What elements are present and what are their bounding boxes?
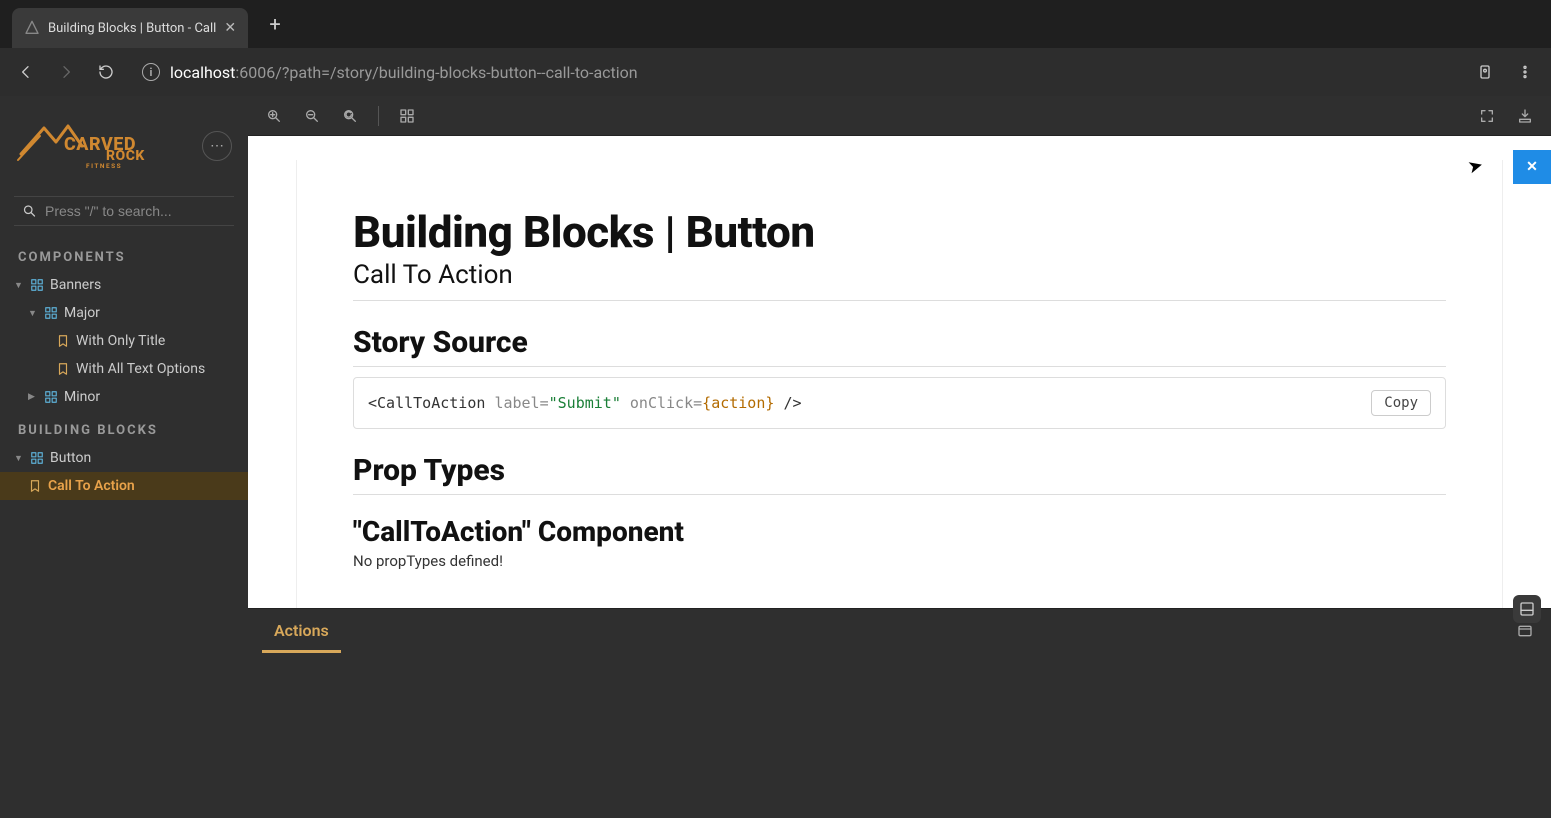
source-code-block: <CallToAction label="Submit" onClick={ac… — [353, 377, 1446, 429]
tab-close-icon[interactable]: ✕ — [224, 20, 236, 36]
addon-panel: Actions — [248, 608, 1551, 818]
copy-button[interactable]: Copy — [1371, 390, 1431, 416]
sidebar-item-label: With Only Title — [76, 333, 165, 349]
canvas-wrap: ✕ ➤ Building Blocks | Button Call To Act… — [248, 136, 1551, 818]
addon-tabs: Actions — [248, 609, 1551, 653]
story-icon — [28, 479, 42, 493]
sidebar-item-label: Minor — [64, 389, 100, 405]
sidebar-item-label: Banners — [50, 277, 101, 293]
profile-button[interactable] — [1469, 56, 1501, 88]
tab-bar: Building Blocks | Button - Call ✕ + — [0, 0, 1551, 48]
url-path: /?path=/story/building-blocks-button--ca… — [275, 63, 637, 82]
caret-down-icon: ▼ — [14, 280, 24, 291]
component-icon — [44, 390, 58, 404]
component-icon — [44, 306, 58, 320]
sidebar-item-label: Button — [50, 450, 91, 466]
reload-button[interactable] — [90, 56, 122, 88]
sidebar-item-banners[interactable]: ▼ Banners — [0, 271, 248, 299]
storybook-app: CARVED ROCK FITNESS ⋯ COMPONENTS ▼ Banne… — [0, 96, 1551, 818]
sidebar: CARVED ROCK FITNESS ⋯ COMPONENTS ▼ Banne… — [0, 96, 248, 818]
search-icon — [22, 203, 37, 219]
sidebar-item-with-all-text-options[interactable]: With All Text Options — [0, 355, 248, 383]
story-source-heading: Story Source — [353, 325, 1446, 367]
sidebar-item-label: Call To Action — [48, 478, 135, 494]
sidebar-item-label: Major — [64, 305, 100, 321]
zoom-in-button[interactable] — [262, 104, 286, 128]
doc-subtitle: Call To Action — [353, 260, 1446, 290]
svg-text:FITNESS: FITNESS — [86, 162, 122, 170]
source-code: <CallToAction label="Submit" onClick={ac… — [368, 394, 1371, 412]
logo-row: CARVED ROCK FITNESS ⋯ — [0, 108, 248, 190]
prop-types-heading: Prop Types — [353, 453, 1446, 495]
panel-layout-button[interactable] — [1511, 617, 1539, 645]
story-icon — [56, 334, 70, 348]
component-icon — [30, 451, 44, 465]
preview-toolbar — [248, 96, 1551, 136]
close-panel-button[interactable]: ✕ — [1513, 150, 1551, 184]
sidebar-item-call-to-action[interactable]: Call To Action — [0, 472, 248, 500]
section-header-components: COMPONENTS — [0, 238, 248, 271]
new-tab-button[interactable]: + — [260, 9, 290, 39]
back-button[interactable] — [10, 56, 42, 88]
url-bar-row: i localhost:6006/?path=/story/building-b… — [0, 48, 1551, 96]
addon-panel-tools — [1511, 617, 1539, 645]
brand-logo: CARVED ROCK FITNESS — [16, 116, 166, 176]
search-input[interactable] — [45, 203, 226, 219]
tab-favicon-icon — [24, 20, 40, 36]
addon-tab-actions[interactable]: Actions — [262, 611, 341, 653]
search-box[interactable] — [14, 196, 234, 226]
no-proptypes-text: No propTypes defined! — [353, 552, 1446, 570]
sidebar-item-with-only-title[interactable]: With Only Title — [0, 327, 248, 355]
story-document: Building Blocks | Button Call To Action … — [296, 160, 1503, 608]
url-port: :6006 — [235, 63, 275, 82]
folder-icon — [30, 278, 44, 292]
toolbar-separator — [378, 106, 379, 126]
preview-canvas: ✕ ➤ Building Blocks | Button Call To Act… — [248, 136, 1551, 608]
doc-title: Building Blocks | Button — [353, 206, 1446, 258]
url-field[interactable]: i localhost:6006/?path=/story/building-b… — [130, 55, 1461, 89]
caret-down-icon: ▼ — [28, 308, 38, 319]
divider — [353, 300, 1446, 301]
browser-chrome: Building Blocks | Button - Call ✕ + i lo… — [0, 0, 1551, 96]
section-header-building-blocks: BUILDING BLOCKS — [0, 411, 248, 444]
sidebar-item-label: With All Text Options — [76, 361, 205, 377]
open-canvas-button[interactable] — [1513, 104, 1537, 128]
grid-button[interactable] — [395, 104, 419, 128]
zoom-reset-button[interactable] — [338, 104, 362, 128]
browser-menu-button[interactable] — [1509, 56, 1541, 88]
fullscreen-button[interactable] — [1475, 104, 1499, 128]
url-text: localhost:6006/?path=/story/building-blo… — [170, 63, 638, 82]
caret-down-icon: ▼ — [14, 453, 24, 464]
components-tree: ▼ Banners ▼ Major With Only Title — [0, 271, 248, 411]
forward-button[interactable] — [50, 56, 82, 88]
url-host: localhost — [170, 63, 235, 82]
site-info-icon[interactable]: i — [142, 63, 160, 81]
sidebar-item-major[interactable]: ▼ Major — [0, 299, 248, 327]
zoom-out-button[interactable] — [300, 104, 324, 128]
component-heading: "CallToAction" Component — [353, 515, 1446, 548]
main-panel: ✕ ➤ Building Blocks | Button Call To Act… — [248, 96, 1551, 818]
tab-title: Building Blocks | Button - Call — [48, 21, 216, 36]
caret-right-icon: ▶ — [28, 392, 38, 402]
sidebar-item-minor[interactable]: ▶ Minor — [0, 383, 248, 411]
sidebar-menu-button[interactable]: ⋯ — [202, 131, 232, 161]
browser-tab[interactable]: Building Blocks | Button - Call ✕ — [12, 8, 248, 48]
story-icon — [56, 362, 70, 376]
sidebar-item-button[interactable]: ▼ Button — [0, 444, 248, 472]
building-blocks-tree: ▼ Button Call To Action — [0, 444, 248, 500]
